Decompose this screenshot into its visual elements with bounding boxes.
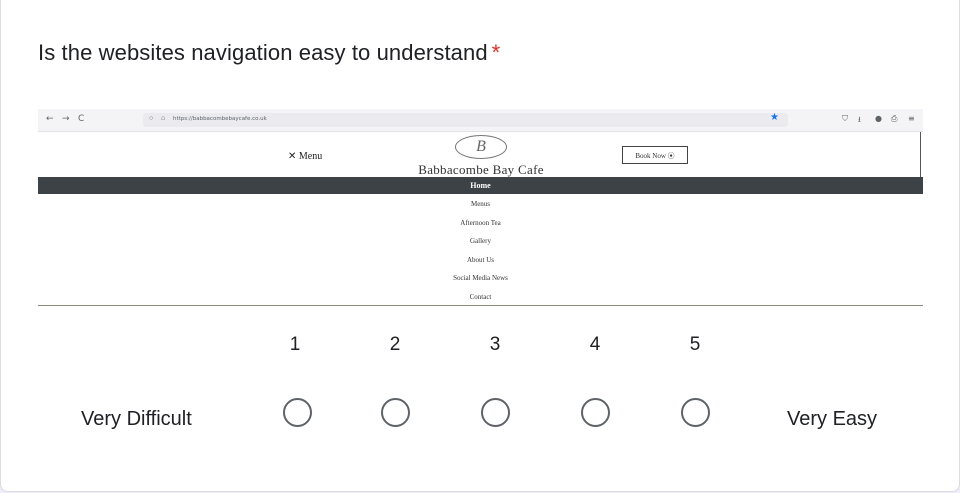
- radio-option-1[interactable]: [283, 398, 312, 427]
- site-name: Babbacombe Bay Cafe: [418, 162, 544, 177]
- book-now-button: Book Now ⦿: [622, 146, 688, 164]
- scale-number-5: 5: [689, 334, 701, 355]
- reload-icon: C: [78, 114, 85, 124]
- nav-item: Afternoon Tea: [460, 218, 501, 227]
- radio-option-2[interactable]: [381, 398, 410, 427]
- address-bar: ○ ⌂ https://babbacombebaycafe.co.uk: [143, 113, 788, 127]
- question-card: Is the websites navigation easy to under…: [0, 0, 960, 492]
- scale-high-label: Very Easy: [787, 408, 878, 430]
- scale-number-3: 3: [489, 334, 501, 355]
- forward-icon: →: [62, 114, 70, 124]
- pocket-icon: ⛉: [842, 114, 848, 123]
- scale-number-1: 1: [289, 334, 301, 355]
- url-text: https://babbacombebaycafe.co.uk: [173, 116, 267, 122]
- extensions-icon: ⎙: [891, 114, 898, 123]
- scale-number-4: 4: [589, 334, 601, 355]
- nav-item: Gallery: [470, 237, 491, 245]
- radio-option-5[interactable]: [681, 398, 710, 427]
- embedded-screenshot: ← → C ○ ⌂ https://babbacombebaycafe.co.u…: [38, 109, 923, 306]
- site-nav-list: Menus Afternoon Tea Gallery About Us Soc…: [38, 195, 923, 306]
- nav-item: About Us: [466, 255, 495, 264]
- website-view: ✕ Menu B Babbacombe Bay Cafe Book Now ⦿ …: [38, 132, 923, 306]
- question-title: Is the websites navigation easy to under…: [38, 40, 500, 66]
- radio-option-3[interactable]: [481, 398, 510, 427]
- scale-low-label: Very Difficult: [81, 408, 192, 430]
- nav-item-home: Home: [38, 177, 923, 194]
- menu-icon: ≡: [908, 114, 915, 123]
- browser-toolbar: ← → C ○ ⌂ https://babbacombebaycafe.co.u…: [38, 109, 923, 132]
- bookmark-star-icon: ★: [770, 112, 779, 123]
- lock-icon: ⌂: [161, 115, 166, 122]
- site-menu-toggle: ✕ Menu: [288, 151, 323, 162]
- radio-option-4[interactable]: [581, 398, 610, 427]
- back-icon: ←: [46, 114, 54, 124]
- nav-item: Menus: [470, 200, 491, 208]
- nav-item: Social Media News: [453, 274, 508, 282]
- question-text: Is the websites navigation easy to under…: [38, 40, 488, 65]
- account-icon: ●: [875, 114, 882, 123]
- shield-icon: ○: [149, 115, 154, 122]
- scale-number-2: 2: [389, 334, 401, 355]
- download-icon: ⭳: [858, 115, 861, 124]
- required-asterisk: *: [491, 40, 501, 65]
- divider: [38, 305, 923, 306]
- site-logo: B: [455, 135, 507, 159]
- nav-item: Contact: [469, 292, 492, 301]
